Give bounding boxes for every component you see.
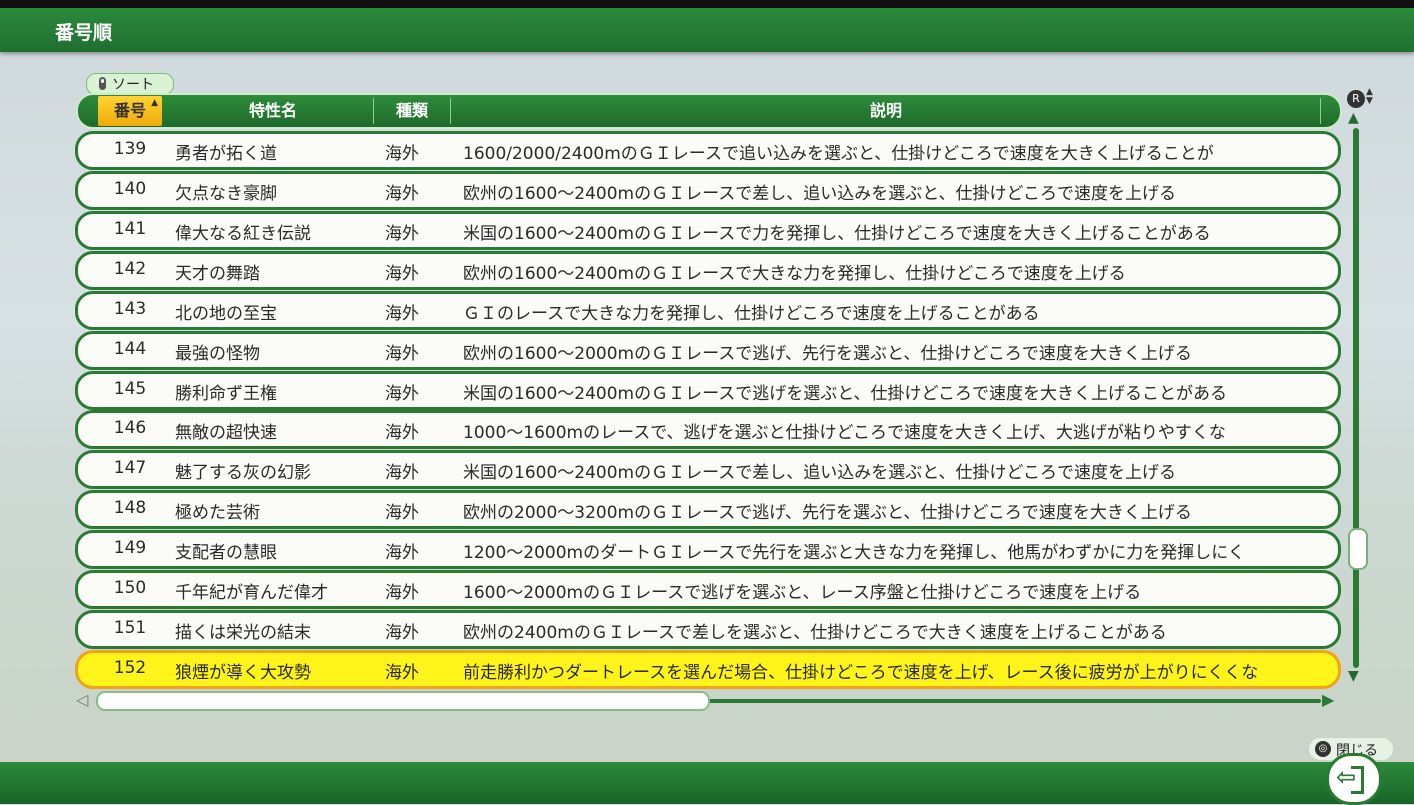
row-type: 海外 bbox=[385, 663, 419, 683]
sort-button[interactable]: ソート bbox=[86, 73, 174, 95]
table-row[interactable]: 143 北の地の至宝 海外 ＧＩのレースで大きな力を発揮し、仕掛けどころで速度を… bbox=[75, 291, 1341, 330]
table-row[interactable]: 149 支配者の慧眼 海外 1200～2000mのダートＧＩレースで先行を選ぶと… bbox=[75, 530, 1341, 569]
row-type: 海外 bbox=[385, 264, 419, 284]
row-type: 海外 bbox=[385, 503, 419, 523]
table-row[interactable]: 144 最強の怪物 海外 欧州の1600～2000mのＧＩレースで逃げ、先行を選… bbox=[75, 331, 1341, 370]
row-description: 1200～2000mのダートＧＩレースで先行を選ぶと大きな力を発揮し、他馬がわず… bbox=[463, 543, 1245, 563]
row-name: 北の地の至宝 bbox=[175, 304, 277, 324]
row-type: 海外 bbox=[385, 184, 419, 204]
scroll-down-icon[interactable]: ▼ bbox=[1348, 668, 1359, 684]
table-row[interactable]: 139 勇者が拓く道 海外 1600/2000/2400mのＧＩレースで追い込み… bbox=[75, 131, 1341, 170]
row-number: 149 bbox=[113, 538, 147, 558]
table-row-selected[interactable]: 152 狼煙が導く大攻勢 海外 前走勝利かつダートレースを選んだ場合、仕掛けどこ… bbox=[75, 650, 1341, 689]
row-name: 極めた芸術 bbox=[175, 503, 260, 523]
row-description: 欧州の2000～3200mのＧＩレースで逃げ、先行を選ぶと、仕掛けどころで速度を… bbox=[463, 503, 1192, 523]
table-row[interactable]: 141 偉大なる紅き伝説 海外 米国の1600～2400mのＧＩレースで力を発揮… bbox=[75, 211, 1341, 250]
row-name: 支配者の慧眼 bbox=[175, 543, 277, 563]
row-number: 150 bbox=[113, 578, 147, 598]
row-description: 1600～2000mのＧＩレースで逃げを選ぶと、レース序盤と仕掛けどころで速度を… bbox=[463, 583, 1142, 603]
exit-button[interactable]: ⇦ bbox=[1326, 753, 1382, 805]
row-number: 143 bbox=[113, 299, 147, 319]
table-header: 番号 ▲ 特性名 種類 説明 bbox=[76, 93, 1342, 129]
row-description: 欧州の1600～2400mのＧＩレースで差し、追い込みを選ぶと、仕掛けどころで速… bbox=[463, 184, 1177, 204]
bottom-bar bbox=[0, 762, 1414, 804]
row-type: 海外 bbox=[385, 423, 419, 443]
row-number: 144 bbox=[113, 339, 147, 359]
row-description: 米国の1600～2400mのＧＩレースで力を発揮し、仕掛けどころで速度を大きく上… bbox=[463, 224, 1211, 244]
row-name: 偉大なる紅き伝説 bbox=[175, 224, 311, 244]
row-type: 海外 bbox=[385, 344, 419, 364]
row-type: 海外 bbox=[385, 463, 419, 483]
scroll-right-icon[interactable]: ▶ bbox=[1322, 690, 1334, 709]
row-description: 米国の1600～2400mのＧＩレースで逃げを選ぶと、仕掛けどころで速度を大きく… bbox=[463, 384, 1228, 404]
sort-stick-icon bbox=[99, 77, 106, 90]
header-divider bbox=[1320, 98, 1321, 124]
row-type: 海外 bbox=[385, 543, 419, 563]
row-name: 天才の舞踏 bbox=[175, 264, 260, 284]
row-number: 142 bbox=[113, 259, 147, 279]
sort-ascending-icon: ▲ bbox=[151, 98, 158, 108]
table-row[interactable]: 146 無敵の超快速 海外 1000～1600mのレースで、逃げを選ぶと仕掛けど… bbox=[75, 410, 1341, 449]
row-name: 描くは栄光の結末 bbox=[175, 623, 311, 643]
row-type: 海外 bbox=[385, 623, 419, 643]
row-type: 海外 bbox=[385, 144, 419, 164]
row-number: 140 bbox=[113, 179, 147, 199]
column-header-number[interactable]: 番号 ▲ bbox=[98, 96, 162, 126]
exit-arrow-icon: ⇦ bbox=[1336, 763, 1357, 791]
row-number: 147 bbox=[113, 458, 147, 478]
table-row[interactable]: 147 魅了する灰の幻影 海外 米国の1600～2400mのＧＩレースで差し、追… bbox=[75, 450, 1341, 489]
table-row[interactable]: 151 描くは栄光の結末 海外 欧州の2400mのＧＩレースで差しを選ぶと、仕掛… bbox=[75, 610, 1341, 649]
row-name: 勇者が拓く道 bbox=[175, 144, 277, 164]
row-description: 前走勝利かつダートレースを選んだ場合、仕掛けどころで速度を上げ、レース後に疲労が… bbox=[463, 663, 1259, 683]
horizontal-scrollbar-thumb[interactable] bbox=[96, 691, 710, 711]
column-header-desc[interactable]: 説明 bbox=[451, 95, 1321, 127]
row-description: 欧州の1600～2000mのＧＩレースで逃げ、先行を選ぶと、仕掛けどころで速度を… bbox=[463, 344, 1192, 364]
row-description: 欧州の1600～2400mのＧＩレースで大きな力を発揮し、仕掛けどころで速度を上… bbox=[463, 264, 1126, 284]
row-number: 139 bbox=[113, 139, 147, 159]
table-row[interactable]: 140 欠点なき豪脚 海外 欧州の1600～2400mのＧＩレースで差し、追い込… bbox=[75, 171, 1341, 210]
row-name: 狼煙が導く大攻勢 bbox=[175, 663, 311, 683]
table-row[interactable]: 145 勝利命ず王権 海外 米国の1600～2400mのＧＩレースで逃げを選ぶと… bbox=[75, 371, 1341, 410]
row-description: 1600/2000/2400mのＧＩレースで追い込みを選ぶと、仕掛けどころで速度… bbox=[463, 144, 1214, 164]
row-name: 無敵の超快速 bbox=[175, 423, 277, 443]
column-header-type[interactable]: 種類 bbox=[374, 95, 450, 127]
row-name: 魅了する灰の幻影 bbox=[175, 463, 311, 483]
r-button-icon: R bbox=[1347, 90, 1365, 108]
page-title: 番号順 bbox=[55, 22, 113, 44]
table-row[interactable]: 142 天才の舞踏 海外 欧州の1600～2400mのＧＩレースで大きな力を発揮… bbox=[75, 251, 1341, 290]
row-number: 152 bbox=[113, 658, 147, 678]
scroll-left-icon[interactable]: ◁ bbox=[76, 690, 88, 709]
row-description: 1000～1600mのレースで、逃げを選ぶと仕掛けどころで速度を大きく上げ、大逃… bbox=[463, 423, 1226, 443]
row-type: 海外 bbox=[385, 384, 419, 404]
row-type: 海外 bbox=[385, 304, 419, 324]
row-type: 海外 bbox=[385, 224, 419, 244]
sort-label: ソート bbox=[112, 77, 154, 93]
row-number: 145 bbox=[113, 379, 147, 399]
row-number: 148 bbox=[113, 498, 147, 518]
row-name: 欠点なき豪脚 bbox=[175, 184, 277, 204]
row-type: 海外 bbox=[385, 583, 419, 603]
row-name: 勝利命ず王権 bbox=[175, 384, 277, 404]
row-number: 151 bbox=[113, 618, 147, 638]
row-number: 146 bbox=[113, 418, 147, 438]
title-bar: 番号順 bbox=[0, 8, 1414, 52]
row-description: ＧＩのレースで大きな力を発揮し、仕掛けどころで速度を上げることがある bbox=[463, 304, 1040, 324]
scroll-up-icon[interactable]: ▲ bbox=[1348, 110, 1359, 126]
column-header-name[interactable]: 特性名 bbox=[178, 95, 368, 127]
o-button-icon: ◎ bbox=[1315, 741, 1331, 757]
row-name: 千年紀が育んだ偉才 bbox=[175, 583, 328, 603]
vertical-scrollbar[interactable] bbox=[1353, 128, 1359, 668]
top-edge bbox=[0, 0, 1414, 8]
row-description: 欧州の2400mのＧＩレースで差しを選ぶと、仕掛けどころで大きく速度を上げること… bbox=[463, 623, 1167, 643]
table-row[interactable]: 150 千年紀が育んだ偉才 海外 1600～2000mのＧＩレースで逃げを選ぶと… bbox=[75, 570, 1341, 609]
row-name: 最強の怪物 bbox=[175, 344, 260, 364]
table-row[interactable]: 148 極めた芸術 海外 欧州の2000～3200mのＧＩレースで逃げ、先行を選… bbox=[75, 490, 1341, 529]
column-header-number-label: 番号 bbox=[113, 101, 146, 120]
row-description: 米国の1600～2400mのＧＩレースで差し、追い込みを選ぶと、仕掛けどころで速… bbox=[463, 463, 1177, 483]
vertical-scrollbar-thumb[interactable] bbox=[1348, 528, 1368, 570]
r-button-updown-icon: ▲ ▼ bbox=[1366, 87, 1373, 106]
row-number: 141 bbox=[113, 219, 147, 239]
